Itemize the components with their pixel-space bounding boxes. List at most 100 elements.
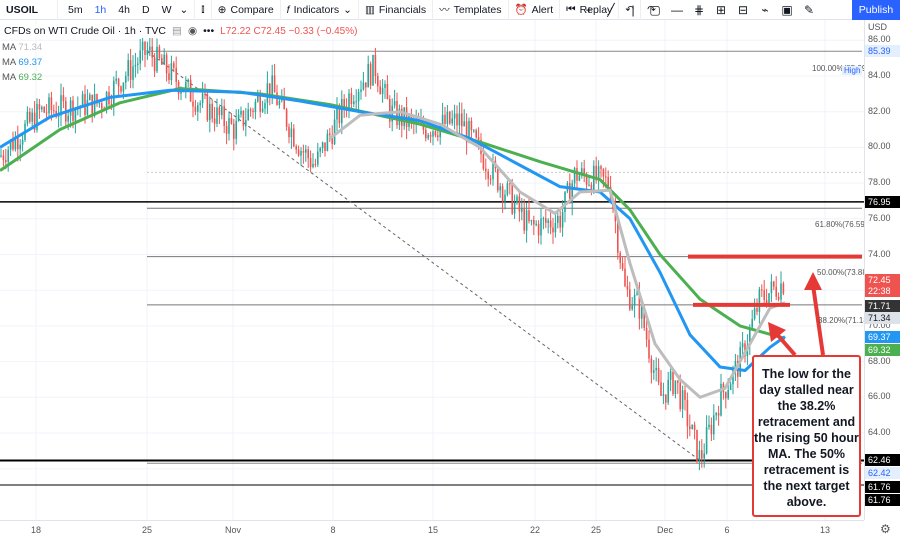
- price-chart[interactable]: [0, 20, 864, 520]
- price-tick: 68.00: [868, 355, 891, 366]
- price-badge: 62.46: [865, 454, 900, 467]
- candle-body: [773, 281, 775, 287]
- brush-icon[interactable]: ⌁: [754, 3, 776, 17]
- candle-body: [403, 107, 405, 126]
- trend-line-icon[interactable]: ╱: [600, 3, 622, 17]
- candle-body: [31, 112, 33, 122]
- candle-body: [559, 215, 561, 228]
- top-toolbar: USOIL 5m 1h 4h D W ⌄ ⫾ ⊕ Compare f Indicat…: [0, 0, 900, 20]
- rectangle-icon[interactable]: ▢: [644, 3, 666, 17]
- shapes-icon[interactable]: ▣: [776, 3, 798, 17]
- candle: [53, 104, 55, 115]
- candle: [391, 98, 393, 132]
- candle: [461, 102, 463, 136]
- candle-body: [705, 427, 708, 454]
- candle: [413, 114, 415, 135]
- candle-body: [499, 186, 501, 191]
- candle-body: [667, 379, 669, 403]
- candle: [684, 383, 686, 411]
- candle-body: [547, 220, 549, 223]
- ma-legend-3[interactable]: MA 69.32: [2, 72, 359, 83]
- candle: [549, 211, 552, 235]
- fib-icon[interactable]: ⋕: [688, 3, 710, 17]
- candle-body: [761, 289, 763, 291]
- time-axis[interactable]: 18 25 Nov 8 15 22 25 Dec 6 13: [0, 520, 864, 537]
- templates-button[interactable]: 〰 Templates: [433, 0, 509, 20]
- compare-button[interactable]: ⊕ Compare: [212, 0, 281, 20]
- price-axis[interactable]: USD 86.00 84.00 82.00 80.00 78.00 76.00 74.00 7…: [864, 20, 900, 520]
- price-tick: 74.00: [868, 248, 891, 259]
- candle-body: [453, 113, 456, 119]
- candle: [648, 330, 650, 363]
- high-label: High: [842, 66, 863, 75]
- candle-body: [221, 106, 223, 116]
- currency-label[interactable]: USD: [868, 22, 887, 32]
- candle-body: [302, 151, 305, 153]
- candle-body: [782, 283, 785, 294]
- timeframe-5m[interactable]: 5m: [64, 4, 87, 16]
- publish-button[interactable]: Publish: [852, 0, 900, 20]
- candle-body: [365, 82, 367, 88]
- candle-body: [216, 107, 218, 124]
- candle-body: [777, 296, 780, 300]
- indicators-button[interactable]: f Indicators ⌄: [281, 0, 359, 20]
- candle-body: [708, 424, 710, 428]
- eye-icon[interactable]: ◉: [188, 25, 197, 37]
- candle-body: [619, 252, 621, 264]
- candle: [29, 107, 31, 124]
- ma-legend-2[interactable]: MA 69.37: [2, 57, 359, 68]
- candle-body: [477, 137, 480, 140]
- text-icon[interactable]: ⊟: [732, 3, 754, 17]
- horizontal-line-icon[interactable]: —: [666, 3, 688, 17]
- symbol-search[interactable]: USOIL: [0, 0, 58, 20]
- chart-type-button[interactable]: ⫾: [195, 0, 212, 20]
- candle-body: [741, 343, 744, 348]
- financials-button[interactable]: ▥ Financials: [359, 0, 434, 20]
- candle-body: [393, 101, 396, 106]
- candle: [362, 71, 365, 91]
- candle-body: [240, 110, 242, 115]
- candle: [698, 440, 701, 471]
- candle-body: [43, 107, 45, 113]
- timeframe-4h[interactable]: 4h: [114, 4, 134, 16]
- timeframe-1h[interactable]: 1h: [91, 4, 111, 16]
- candle-body: [434, 131, 437, 136]
- candle-body: [523, 208, 525, 231]
- measure-icon[interactable]: ⊞: [710, 3, 732, 17]
- candle: [559, 209, 561, 233]
- chevron-down-icon[interactable]: ⌄: [179, 4, 188, 16]
- timeframe-d[interactable]: D: [138, 4, 154, 16]
- candle-body: [290, 128, 293, 138]
- candle-body: [645, 327, 648, 340]
- candle: [393, 89, 396, 109]
- candle: [228, 111, 230, 141]
- ma-legend-1[interactable]: MA 71.34: [2, 42, 359, 53]
- candle: [14, 131, 17, 152]
- candle-body: [247, 109, 249, 121]
- candle-body: [696, 429, 698, 462]
- candle: [326, 129, 329, 152]
- candle-body: [372, 54, 374, 86]
- alert-button[interactable]: ⏰ Alert: [509, 0, 561, 20]
- vertical-line-icon[interactable]: |: [622, 3, 644, 17]
- candle-body: [381, 87, 384, 95]
- hide-icon[interactable]: ▤: [172, 25, 182, 37]
- settings-icon[interactable]: ⚙: [880, 522, 891, 536]
- candle-body: [192, 101, 194, 107]
- candle: [221, 98, 223, 120]
- candle: [624, 256, 626, 288]
- candle: [763, 279, 765, 307]
- candle: [372, 54, 374, 86]
- candle: [583, 159, 585, 183]
- time-tick: 15: [427, 525, 439, 535]
- candle-body: [756, 308, 758, 312]
- more-icon[interactable]: •••: [203, 25, 214, 37]
- ma-100-line: [0, 88, 786, 373]
- candle: [31, 108, 33, 127]
- pen-icon[interactable]: ✎: [798, 3, 820, 17]
- templates-label: Templates: [453, 3, 502, 16]
- candle-body: [209, 103, 211, 121]
- timeframe-w[interactable]: W: [158, 4, 176, 16]
- crosshair-icon[interactable]: +: [578, 3, 600, 17]
- candle: [81, 90, 84, 107]
